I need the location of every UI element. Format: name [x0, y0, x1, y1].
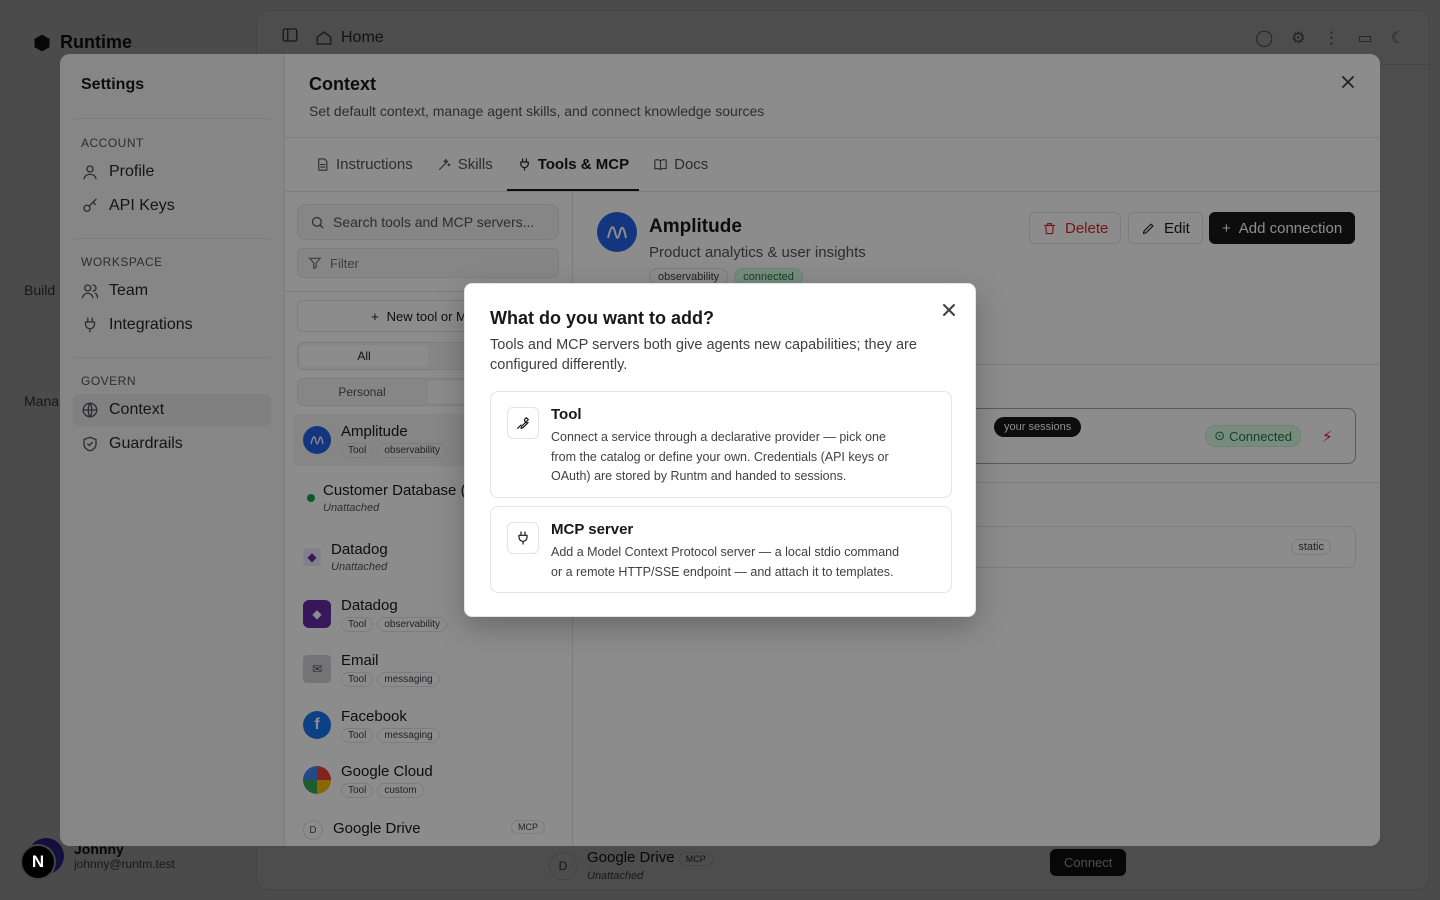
close-icon: [943, 304, 955, 316]
dialog-title: What do you want to add?: [490, 308, 714, 328]
wrench-icon: [507, 407, 539, 439]
dialog-description: Tools and MCP servers both give agents n…: [490, 337, 917, 373]
plug-icon: [507, 522, 539, 554]
option-description: Add a Model Context Protocol server — a …: [551, 545, 900, 579]
next-devtools-badge[interactable]: N: [20, 844, 56, 880]
option-title: Tool: [551, 406, 582, 423]
add-dialog: What do you want to add? Tools and MCP s…: [464, 283, 976, 617]
option-title: MCP server: [551, 521, 634, 538]
dialog-close-button[interactable]: [939, 300, 959, 320]
option-description: Connect a service through a declarative …: [551, 430, 889, 483]
option-mcp-server[interactable]: MCP server Add a Model Context Protocol …: [490, 506, 952, 593]
option-tool[interactable]: Tool Connect a service through a declara…: [490, 391, 952, 498]
